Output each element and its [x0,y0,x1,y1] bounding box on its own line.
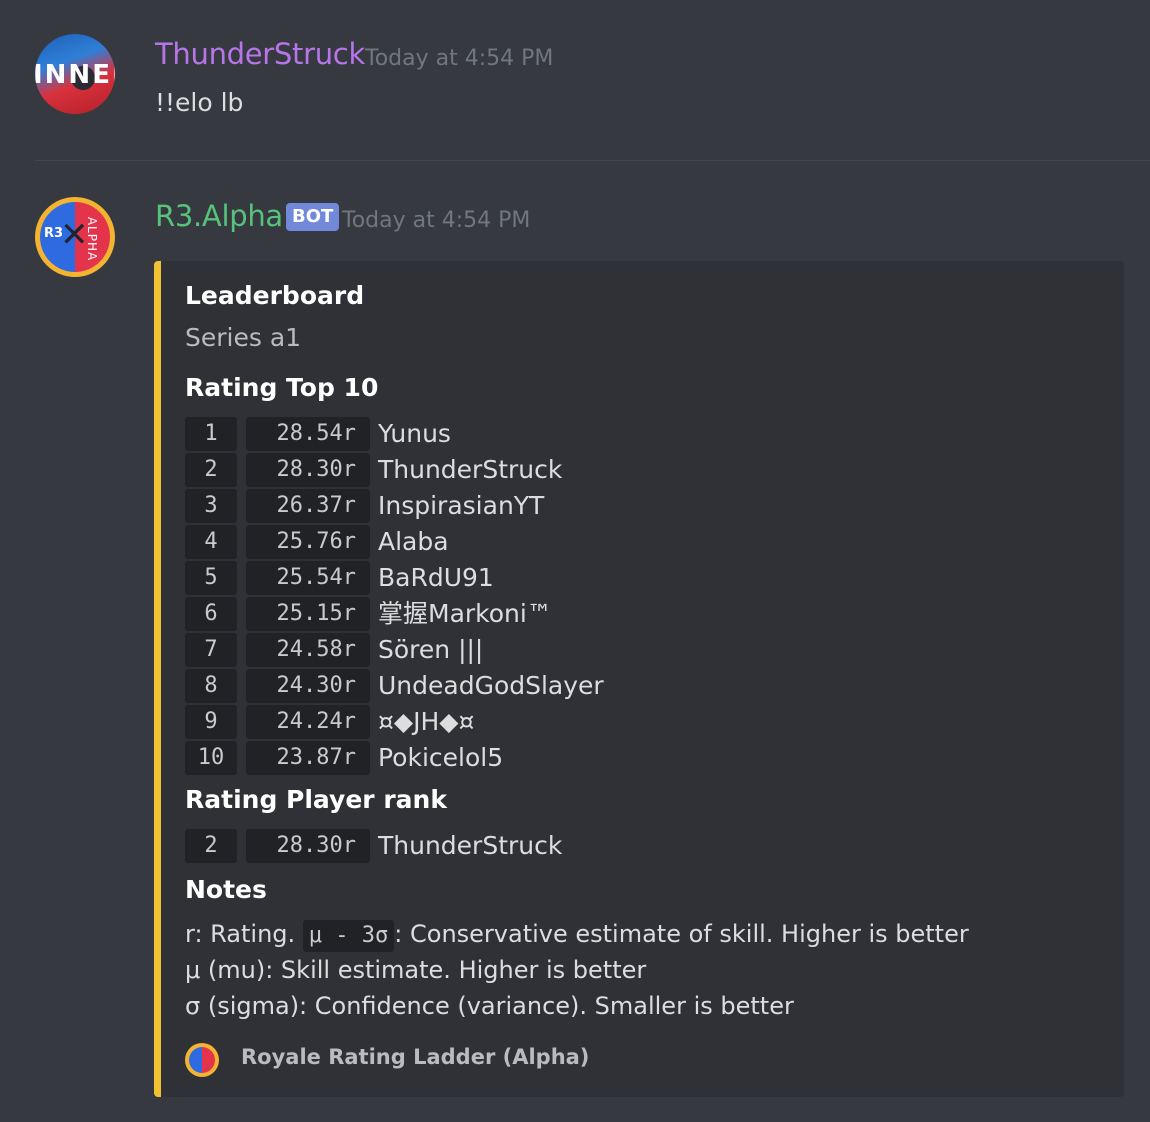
message-content: !!elo lb [155,88,244,117]
rank-cell: 1 [185,417,237,451]
player-name: BaRdU91 [378,563,494,592]
player-name: InspirasianYT [378,491,545,520]
rank-cell: 10 [185,741,237,775]
rank-cell: 4 [185,525,237,559]
rank-cell: 2 [185,829,237,863]
bot-badge: BOT [286,203,340,231]
notes-line-rating: r: Rating. μ - 3σ: Conservative estimate… [185,916,969,952]
score-cell: 28.30r [246,829,370,863]
score-cell: 25.15r [246,597,370,631]
bot-username[interactable]: R3.Alpha [155,199,283,233]
bot-timestamp: Today at 4:54 PM [342,208,531,233]
notes-line-sigma: σ (sigma): Confidence (variance). Smalle… [185,992,794,1020]
score-cell: 26.37r [246,489,370,523]
notes-formula-code: μ - 3σ [302,920,395,952]
ladder-logo-icon [185,1043,219,1077]
bot-avatar[interactable]: R3 ✕ ALPHA [35,197,115,277]
player-name: ThunderStruck [378,455,563,484]
rank-cell: 3 [185,489,237,523]
message-timestamp: Today at 4:54 PM [365,46,554,71]
rank-cell: 9 [185,705,237,739]
score-cell: 23.87r [246,741,370,775]
user-avatar[interactable]: INNER [35,34,115,114]
player-name: UndeadGodSlayer [378,671,604,700]
notes-text: r: Rating. μ - 3σ: Conservative estimate… [185,916,969,1024]
score-cell: 25.54r [246,561,370,595]
rank-cell: 8 [185,669,237,703]
footer-text: Royale Rating Ladder (Alpha) [241,1045,590,1069]
embed-description: Series a1 [185,323,302,352]
player-rank-field-title: Rating Player rank [185,785,447,814]
player-name: ¤◆JH◆¤ [378,707,475,736]
message-username[interactable]: ThunderStruck [155,37,365,71]
avatar-text: INNER [35,60,115,90]
top10-field-title: Rating Top 10 [185,373,379,402]
notes-rating-prefix: r: Rating. [185,920,303,948]
player-name: ThunderStruck [378,831,563,860]
rank-cell: 5 [185,561,237,595]
player-name: 掌握Markoni™ [378,599,552,628]
bot-avatar-image: R3 ✕ ALPHA [40,202,110,272]
message-divider [35,160,1150,161]
notes-rating-suffix: : Conservative estimate of skill. Higher… [394,920,969,948]
score-cell: 24.24r [246,705,370,739]
embed-title: Leaderboard [185,281,365,310]
rank-cell: 6 [185,597,237,631]
message-user: INNER ThunderStruck Today at 4:54 PM !!e… [0,34,1150,144]
player-name: Yunus [378,419,451,448]
rank-cell: 7 [185,633,237,667]
player-name: Sören ||| [378,635,484,664]
player-name: Alaba [378,527,449,556]
score-cell: 25.76r [246,525,370,559]
notes-field-title: Notes [185,875,267,904]
score-cell: 28.30r [246,453,370,487]
rank-cell: 2 [185,453,237,487]
player-name: Pokicelol5 [378,743,504,772]
score-cell: 28.54r [246,417,370,451]
score-cell: 24.30r [246,669,370,703]
score-cell: 24.58r [246,633,370,667]
avatar-alpha-text: ALPHA [85,216,100,262]
leaderboard-embed: Leaderboard Series a1 Rating Top 10 1 28… [154,261,1124,1097]
notes-line-mu: μ (mu): Skill estimate. Higher is better [185,956,647,984]
